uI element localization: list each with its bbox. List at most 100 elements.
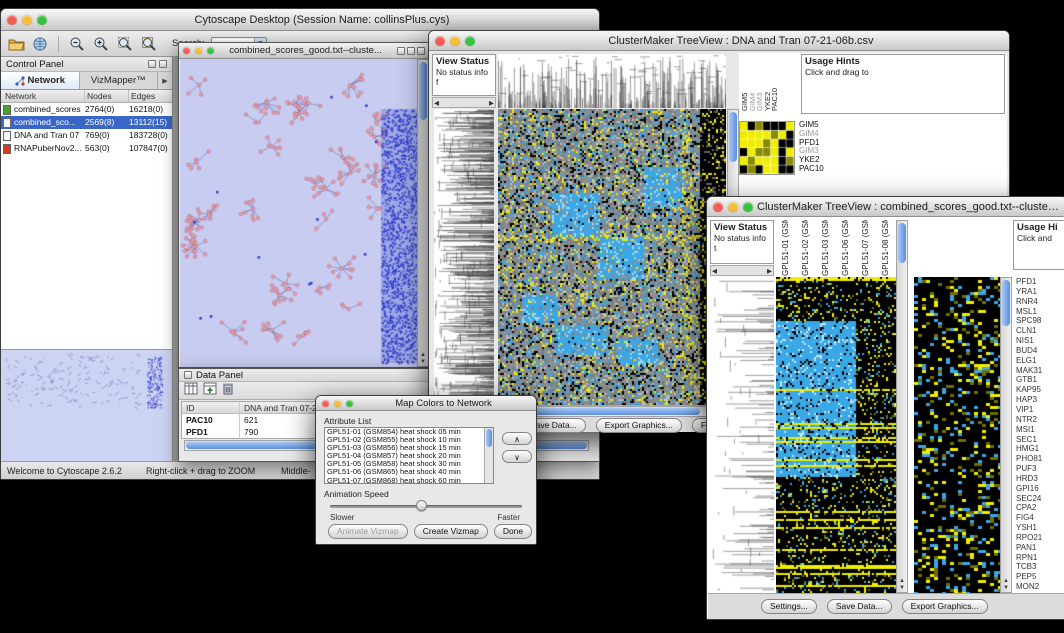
treeview-button[interactable]: Export Graphics... xyxy=(596,418,682,433)
close-icon[interactable] xyxy=(7,15,17,25)
gene-label[interactable]: SPC98 xyxy=(1014,316,1064,326)
gene-label[interactable]: PAC10 xyxy=(799,165,824,174)
zoom-in-icon[interactable] xyxy=(92,35,110,53)
gene-label[interactable]: HMG1 xyxy=(1014,444,1064,454)
minimize-icon[interactable] xyxy=(728,202,738,212)
gene-label[interactable]: GPI16 xyxy=(1014,484,1064,494)
close-icon[interactable] xyxy=(435,36,445,46)
secondary-heatmap-canvas[interactable] xyxy=(914,277,1000,593)
gene-label[interactable]: ELG1 xyxy=(1014,356,1064,366)
gene-label[interactable]: RPN1 xyxy=(1014,553,1064,563)
scroll-left-icon[interactable]: ◀ xyxy=(434,99,439,107)
row-dendro-h-scrollbar[interactable]: ◀ ▶ xyxy=(710,265,774,276)
dialog-button[interactable]: Animate Vizmap xyxy=(328,524,408,539)
zoom-window-icon[interactable] xyxy=(465,36,475,46)
scroll-thumb[interactable] xyxy=(486,429,492,447)
gene-label[interactable]: MSI1 xyxy=(1014,425,1064,435)
tab-network[interactable]: Network xyxy=(1,72,80,89)
heatmap-canvas[interactable] xyxy=(498,109,726,405)
minimize-icon[interactable] xyxy=(195,47,202,54)
gene-label[interactable]: HRD3 xyxy=(1014,474,1064,484)
scroll-arrows[interactable]: ▲▼ xyxy=(897,578,907,592)
gene-label[interactable]: PFD1 xyxy=(1014,277,1064,287)
network-list-row[interactable]: DNA and Tran 07 769(0) 183728(0) xyxy=(1,129,172,142)
network-graph-canvas[interactable] xyxy=(180,59,418,367)
gene-label[interactable]: YRA1 xyxy=(1014,287,1064,297)
attribute-item[interactable]: GPL51-07 (GSM868) heat shock 60 min xyxy=(325,477,493,484)
gene-label[interactable]: PUF3 xyxy=(1014,464,1064,474)
import-network-icon[interactable] xyxy=(31,35,49,53)
tab-overflow-icon[interactable]: ▶ xyxy=(158,72,172,89)
treeview2-titlebar[interactable]: ClusterMaker TreeView : combined_scores_… xyxy=(707,197,1064,217)
gene-label[interactable]: BUD4 xyxy=(1014,346,1064,356)
speed-slider-thumb[interactable] xyxy=(416,500,427,511)
gene-label[interactable]: PAN1 xyxy=(1014,543,1064,553)
gene-label[interactable]: NTR2 xyxy=(1014,415,1064,425)
heatmap-v-scrollbar[interactable]: ▲▼ xyxy=(896,220,908,593)
gene-label[interactable]: PHO81 xyxy=(1014,454,1064,464)
float-panel-icon[interactable] xyxy=(184,371,192,379)
scroll-thumb[interactable] xyxy=(419,62,427,120)
minimize-frame-icon[interactable] xyxy=(397,47,405,55)
treeview1-titlebar[interactable]: ClusterMaker TreeView : DNA and Tran 07-… xyxy=(429,31,1009,51)
gene-label[interactable]: HAP3 xyxy=(1014,395,1064,405)
gene-label[interactable]: VIP1 xyxy=(1014,405,1064,415)
zoom-selected-icon[interactable] xyxy=(140,35,158,53)
secondary-v-scrollbar[interactable]: ▲▼ xyxy=(1000,277,1012,593)
scroll-arrows[interactable]: ▲▼ xyxy=(418,352,428,366)
scroll-thumb[interactable] xyxy=(1002,280,1010,326)
gene-label[interactable]: MSL1 xyxy=(1014,307,1064,317)
gene-label[interactable]: RNR4 xyxy=(1014,297,1064,307)
delete-attribute-icon[interactable] xyxy=(222,382,234,400)
gene-label[interactable]: FIG4 xyxy=(1014,513,1064,523)
gene-label[interactable]: KAP95 xyxy=(1014,385,1064,395)
main-titlebar[interactable]: Cytoscape Desktop (Session Name: collins… xyxy=(1,9,599,31)
treeview-button[interactable]: Settings... xyxy=(761,599,817,614)
gene-label[interactable]: NIS1 xyxy=(1014,336,1064,346)
maximize-frame-icon[interactable] xyxy=(407,47,415,55)
gene-label[interactable]: GTB1 xyxy=(1014,375,1064,385)
gene-label[interactable]: MAK31 xyxy=(1014,366,1064,376)
col-nodes[interactable]: Nodes xyxy=(85,90,129,102)
heatmap-canvas[interactable] xyxy=(776,277,896,593)
birds-eye-view[interactable] xyxy=(1,349,172,461)
network-list-row[interactable]: RNAPuberNov2... 563(0) 107847(0) xyxy=(1,142,172,155)
selection-mini-heatmap[interactable] xyxy=(739,121,795,175)
select-attributes-icon[interactable] xyxy=(184,382,198,400)
zoom-out-icon[interactable] xyxy=(68,35,86,53)
tab-vizmapper[interactable]: VizMapper™ xyxy=(80,72,159,89)
float-panel-icon[interactable] xyxy=(148,60,156,68)
move-down-button[interactable]: ∨ xyxy=(502,450,532,463)
scroll-right-icon[interactable]: ▶ xyxy=(767,267,772,275)
minimize-icon[interactable] xyxy=(22,15,32,25)
create-attribute-icon[interactable] xyxy=(203,382,217,400)
scroll-thumb[interactable] xyxy=(729,112,737,162)
attribute-listbox[interactable]: GPL51-01 (GSM854) heat shock 05 min GPL5… xyxy=(324,427,494,484)
dialog-button[interactable]: Done xyxy=(494,524,532,539)
network-list-row[interactable]: combined_scores 2764(0) 16218(0) xyxy=(1,103,172,116)
close-icon[interactable] xyxy=(713,202,723,212)
col-network[interactable]: Network xyxy=(1,90,85,102)
gene-label[interactable]: TCB3 xyxy=(1014,562,1064,572)
zoom-fit-icon[interactable] xyxy=(116,35,134,53)
open-folder-icon[interactable] xyxy=(7,35,25,53)
gene-label[interactable]: RPO21 xyxy=(1014,533,1064,543)
gene-label[interactable]: SEC1 xyxy=(1014,435,1064,445)
move-up-button[interactable]: ∧ xyxy=(502,432,532,445)
dialog-titlebar[interactable]: Map Colors to Network xyxy=(316,396,536,411)
close-panel-icon[interactable] xyxy=(159,60,167,68)
network-list-row[interactable]: combined_sco... 2569(8) 13112(15) xyxy=(1,116,172,129)
dialog-button[interactable]: Create Vizmap xyxy=(414,524,488,539)
zoom-window-icon[interactable] xyxy=(37,15,47,25)
scroll-arrows[interactable]: ▲▼ xyxy=(1001,578,1011,592)
scroll-thumb[interactable] xyxy=(898,223,906,263)
gene-label[interactable]: CPA2 xyxy=(1014,503,1064,513)
row-dendro-h-scrollbar[interactable]: ◀ ▶ xyxy=(432,97,496,108)
birds-eye-canvas[interactable] xyxy=(1,350,171,461)
zoom-window-icon[interactable] xyxy=(346,400,353,407)
gene-label[interactable]: YSH1 xyxy=(1014,523,1064,533)
scroll-right-icon[interactable]: ▶ xyxy=(489,99,494,107)
minimize-icon[interactable] xyxy=(334,400,341,407)
gene-label[interactable]: SEC24 xyxy=(1014,494,1064,504)
list-v-scrollbar[interactable] xyxy=(484,428,493,483)
